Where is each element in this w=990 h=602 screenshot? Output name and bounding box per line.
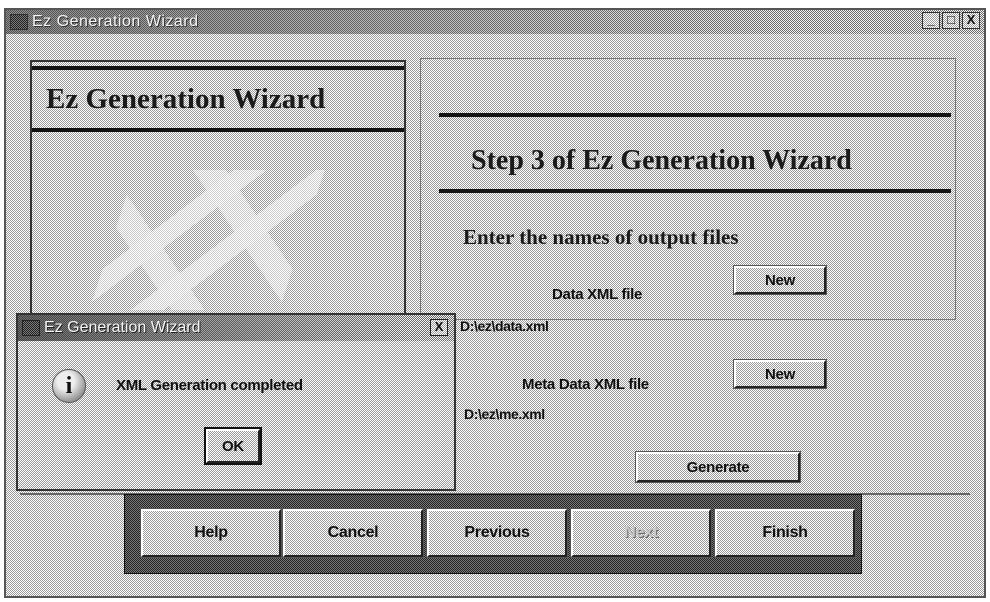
wizard-banner-panel: Ez Generation Wizard (30, 60, 406, 320)
help-button[interactable]: Help (140, 508, 282, 558)
wizard-window: Ez Generation Wizard _ □ X Ez Generation… (4, 8, 986, 598)
maximize-button[interactable]: □ (942, 12, 960, 29)
app-icon[interactable] (10, 14, 28, 30)
finish-button[interactable]: Finish (714, 508, 856, 558)
dialog-app-icon (22, 320, 40, 336)
instruction-text: Enter the names of output files (463, 225, 739, 249)
dialog-message: XML Generation completed (116, 377, 303, 394)
meta-xml-path: D:\ez\me.xml (464, 406, 545, 422)
minimize-button[interactable]: _ (922, 12, 940, 29)
window-titlebar[interactable]: Ez Generation Wizard _ □ X (6, 10, 984, 34)
data-xml-new-button[interactable]: New (733, 265, 827, 295)
ok-button[interactable]: OK (204, 427, 262, 465)
generate-button[interactable]: Generate (635, 451, 801, 483)
banner-heading: Ez Generation Wizard (32, 66, 404, 132)
close-button[interactable]: X (962, 12, 980, 29)
dialog-title: Ez Generation Wizard (44, 319, 201, 336)
navigation-button-bar: Help Cancel Previous Next Finish (124, 494, 862, 574)
bottom-rule (439, 189, 951, 193)
info-icon: i (52, 369, 86, 403)
data-xml-path: D:\ez\data.xml (460, 318, 549, 334)
step-title: Step 3 of Ez Generation Wizard (471, 145, 852, 176)
step-panel: Step 3 of Ez Generation Wizard Enter the… (420, 58, 956, 320)
next-button[interactable]: Next (570, 508, 712, 558)
cancel-button[interactable]: Cancel (282, 508, 424, 558)
top-rule (439, 113, 951, 117)
data-xml-label: Data XML file (552, 286, 643, 303)
previous-button[interactable]: Previous (426, 508, 568, 558)
banner-heading-text: Ez Generation Wizard (46, 82, 326, 115)
message-dialog: Ez Generation Wizard X i XML Generation … (16, 313, 456, 491)
dialog-titlebar[interactable]: Ez Generation Wizard X (18, 315, 454, 341)
meta-xml-label: Meta Data XML file (522, 376, 649, 393)
wizard-logo-icon (89, 170, 325, 310)
meta-xml-new-button[interactable]: New (733, 359, 827, 389)
dialog-close-button[interactable]: X (430, 319, 448, 336)
window-title: Ez Generation Wizard (32, 13, 199, 30)
